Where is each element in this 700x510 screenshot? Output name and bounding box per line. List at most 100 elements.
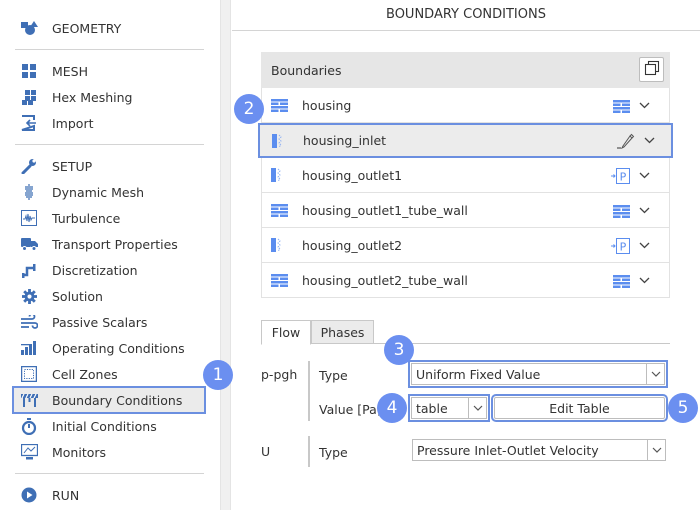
sidebar-item-label: Import: [52, 115, 94, 131]
sidebar-item-label: Turbulence: [52, 210, 121, 226]
sidebar-item-label: Transport Properties: [52, 236, 178, 252]
sidebar-item-boundary-conditions[interactable]: Boundary Conditions: [12, 386, 206, 414]
shapes-icon: [20, 19, 38, 37]
patch-boundary-icon: [272, 133, 290, 148]
sidebar-item-turbulence[interactable]: Turbulence: [12, 205, 206, 231]
tab-flow[interactable]: Flow: [261, 320, 311, 345]
pipe-icon: [20, 261, 38, 279]
svg-text:P: P: [620, 241, 627, 254]
edit-table-button[interactable]: Edit Table: [491, 394, 668, 422]
barrier-icon: [20, 391, 38, 409]
chevron-down-icon[interactable]: [637, 273, 651, 287]
boundaries-header: Boundaries: [261, 52, 670, 88]
sidebar-item-initial-conditions[interactable]: Initial Conditions: [12, 413, 206, 439]
sidebar-item-operating-conditions[interactable]: Operating Conditions: [12, 335, 206, 361]
u-type-select[interactable]: Pressure Inlet-Outlet Velocity: [412, 439, 666, 461]
boundaries-panel: Boundaries housing housing_inlet housing_o…: [258, 52, 673, 298]
boundary-row-housing-outlet2-tube-wall[interactable]: housing_outlet2_tube_wall: [261, 263, 670, 298]
u-type-label: Type: [319, 445, 348, 460]
sidebar-item-label: Dynamic Mesh: [52, 184, 145, 200]
sidebar-item-passive-scalars[interactable]: Passive Scalars: [12, 309, 206, 335]
chevron-down-icon[interactable]: [637, 238, 651, 252]
sidebar-item-cell-zones[interactable]: Cell Zones: [12, 361, 206, 387]
sidebar-item-setup[interactable]: SETUP: [12, 153, 206, 179]
sidebar-item-label: GEOMETRY: [52, 20, 122, 36]
play-icon: [20, 486, 38, 504]
sidebar-item-label: Discretization: [52, 262, 138, 278]
u-type-value: Pressure Inlet-Outlet Velocity: [417, 442, 599, 458]
sidebar-item-import[interactable]: Import: [12, 110, 206, 136]
sidebar-item-run[interactable]: RUN: [12, 482, 206, 508]
sidebar-item-label: Monitors: [52, 444, 107, 460]
divider: [15, 144, 204, 145]
sidebar-item-geometry[interactable]: GEOMETRY: [12, 15, 206, 41]
grid-icon: [20, 62, 38, 80]
group-divider: [308, 361, 310, 421]
bars-icon: [20, 339, 38, 357]
wall-icon[interactable]: [611, 203, 631, 219]
monitor-icon: [20, 443, 38, 461]
u-label: U: [261, 444, 271, 459]
stopwatch-icon: [20, 417, 38, 435]
sidebar-item-label: RUN: [52, 487, 80, 503]
chevron-down-icon: [646, 364, 664, 384]
chevron-down-icon: [468, 398, 486, 418]
boundary-row-housing-outlet2[interactable]: housing_outlet2 P: [261, 228, 670, 263]
p-pgh-type-label: Type: [319, 368, 348, 383]
tab-phases[interactable]: Phases: [311, 320, 374, 344]
wall-boundary-icon: [271, 98, 289, 112]
divider: [15, 473, 204, 474]
waveform-icon: [20, 209, 38, 227]
patch-boundary-icon: [271, 238, 289, 252]
boundary-row-housing-inlet[interactable]: housing_inlet: [258, 123, 673, 158]
step-badge-2: 2: [234, 94, 264, 124]
splitter[interactable]: [220, 0, 231, 510]
sidebar-item-solution[interactable]: Solution: [12, 283, 206, 309]
pressure-outlet-icon[interactable]: P: [611, 168, 631, 184]
cell-zone-icon: [20, 365, 38, 383]
p-pgh-type-select[interactable]: Uniform Fixed Value: [408, 360, 668, 388]
boundary-row-housing-outlet1-tube-wall[interactable]: housing_outlet1_tube_wall: [261, 193, 670, 228]
truck-icon: [20, 235, 38, 253]
boundary-row-housing[interactable]: housing: [261, 88, 670, 123]
sidebar-item-monitors[interactable]: Monitors: [12, 439, 206, 465]
wall-boundary-icon: [271, 203, 289, 217]
sidebar-item-mesh[interactable]: MESH: [12, 58, 206, 84]
chevron-down-icon[interactable]: [642, 133, 656, 147]
sidebar-item-label: Cell Zones: [52, 366, 118, 382]
copy-button[interactable]: [639, 57, 664, 82]
import-icon: [20, 114, 38, 132]
sidebar-item-transport-properties[interactable]: Transport Properties: [12, 231, 206, 257]
p-pgh-value-label: Value [Pa]: [319, 402, 382, 417]
divider: [15, 49, 204, 50]
svg-text:P: P: [620, 171, 627, 184]
pressure-outlet-icon[interactable]: P: [611, 238, 631, 254]
sidebar-item-label: Boundary Conditions: [52, 392, 183, 408]
spring-icon: [20, 183, 38, 201]
p-pgh-value-select[interactable]: table: [408, 394, 490, 422]
wall-boundary-icon: [271, 273, 289, 287]
sidebar-item-label: Hex Meshing: [52, 89, 133, 105]
sidebar-item-label: SETUP: [52, 158, 93, 174]
p-pgh-label: p-pgh: [261, 367, 298, 382]
copy-icon: [644, 60, 660, 79]
boundary-row-housing-outlet1[interactable]: housing_outlet1 P: [261, 158, 670, 193]
p-pgh-type-value: Uniform Fixed Value: [416, 366, 541, 382]
sidebar: GEOMETRY MESH Hex Meshing Import SETUP D…: [0, 0, 220, 510]
chevron-down-icon[interactable]: [637, 98, 651, 112]
sidebar-item-label: Operating Conditions: [52, 340, 185, 356]
sidebar-item-label: Solution: [52, 288, 103, 304]
sidebar-item-label: Initial Conditions: [52, 418, 157, 434]
gear-icon: [20, 287, 38, 305]
wall-icon[interactable]: [611, 98, 631, 114]
sidebar-item-discretization[interactable]: Discretization: [12, 257, 206, 283]
sidebar-item-hex-meshing[interactable]: Hex Meshing: [12, 84, 206, 110]
group-divider: [308, 436, 310, 467]
sidebar-item-dynamic-mesh[interactable]: Dynamic Mesh: [12, 179, 206, 205]
chevron-down-icon[interactable]: [637, 168, 651, 182]
wall-icon[interactable]: [611, 273, 631, 289]
pencil-icon[interactable]: [616, 133, 636, 149]
hex-mesh-icon: [20, 88, 38, 106]
chevron-down-icon[interactable]: [637, 203, 651, 217]
boundaries-header-label: Boundaries: [271, 62, 342, 78]
